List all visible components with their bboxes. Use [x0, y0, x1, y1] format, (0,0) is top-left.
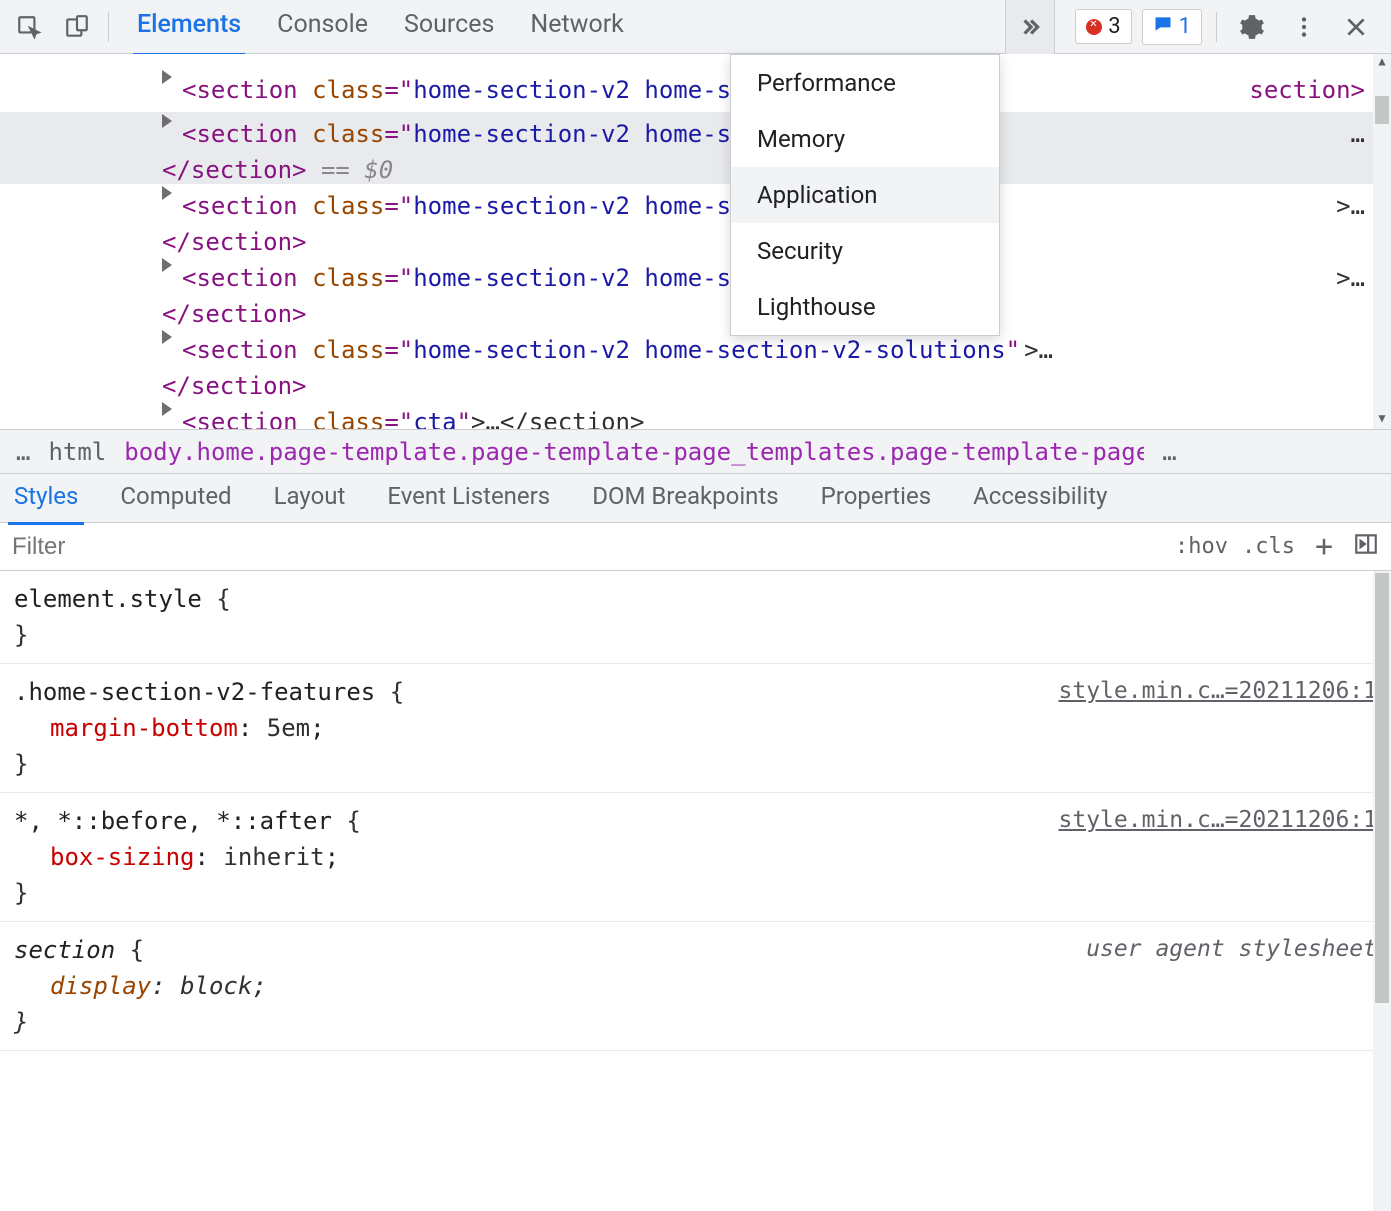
scrollbar-thumb[interactable] [1375, 573, 1389, 1003]
expand-icon[interactable] [162, 258, 172, 272]
menu-item-performance[interactable]: Performance [731, 55, 999, 111]
rule-source-link[interactable]: style.min.c…=20211206:1 [1059, 674, 1378, 710]
device-toolbar-icon[interactable] [56, 6, 98, 48]
scroll-up-icon[interactable]: ▲ [1373, 54, 1391, 72]
close-icon[interactable] [1335, 6, 1377, 48]
subtab-event-listeners[interactable]: Event Listeners [381, 472, 556, 525]
expand-icon[interactable] [162, 402, 172, 416]
tab-sources[interactable]: Sources [400, 0, 498, 56]
subtab-properties[interactable]: Properties [815, 472, 937, 525]
tab-elements[interactable]: Elements [133, 0, 245, 56]
tabs-overflow-menu: Performance Memory Application Security … [730, 54, 1000, 336]
separator [1216, 12, 1217, 42]
dom-node[interactable]: <section class="home-section-v2 home-sec… [0, 328, 1373, 372]
breadcrumb-item[interactable]: html [48, 438, 106, 466]
error-icon [1086, 19, 1102, 35]
dom-node[interactable]: <section class="home-section-v2 home-se … [0, 256, 1373, 300]
expand-icon[interactable] [162, 186, 172, 200]
menu-item-security[interactable]: Security [731, 223, 999, 279]
more-tabs-button[interactable] [1005, 0, 1055, 54]
dom-node-tail: section> [1249, 72, 1365, 108]
rule-selector[interactable]: element.style [14, 585, 202, 613]
devtools-toolbar: Elements Console Sources Network 3 1 [0, 0, 1391, 54]
style-property[interactable]: margin-bottom: 5em; [14, 710, 1377, 746]
styles-subtabs: Styles Computed Layout Event Listeners D… [0, 473, 1391, 523]
rule-selector[interactable]: * [14, 807, 28, 835]
dom-node[interactable]: <section class="home-section-v2 home-se … [0, 184, 1373, 228]
styles-filter-input[interactable] [12, 533, 1161, 561]
breadcrumb-suffix[interactable]: … [1162, 438, 1176, 466]
dom-breadcrumb[interactable]: … html body.home.page-template.page-temp… [0, 429, 1391, 473]
subtab-dom-breakpoints[interactable]: DOM Breakpoints [586, 472, 784, 525]
scrollbar[interactable]: ▲ ▼ [1373, 54, 1391, 429]
kebab-menu-icon[interactable] [1283, 6, 1325, 48]
hov-toggle[interactable]: :hov [1175, 534, 1228, 559]
dom-node-selected[interactable]: <section class="home-section-v2 home-se … [0, 112, 1373, 156]
dom-tree[interactable]: <section class="home-section-v2 home-se … [0, 54, 1373, 429]
subtab-accessibility[interactable]: Accessibility [967, 472, 1113, 525]
style-property[interactable]: box-sizing: inherit; [14, 839, 1377, 875]
rule-source-ua: user agent stylesheet [1086, 932, 1377, 968]
inspect-element-icon[interactable] [8, 6, 50, 48]
dom-node-close[interactable]: </section> [0, 300, 1373, 328]
dom-node-close[interactable]: </section> == $0 [0, 156, 1373, 184]
eq0-indicator: == $0 [307, 156, 394, 184]
subtab-layout[interactable]: Layout [268, 472, 352, 525]
subtab-computed[interactable]: Computed [114, 472, 237, 525]
sidebar-toggle-icon[interactable] [1353, 531, 1379, 563]
expand-icon[interactable] [162, 70, 172, 84]
style-property[interactable]: display: block; [14, 968, 1377, 1004]
style-rule[interactable]: .home-section-v2-features { style.min.c…… [0, 664, 1391, 793]
dom-node-tail: … [1351, 116, 1365, 152]
expand-icon[interactable] [162, 114, 172, 128]
style-rule-ua[interactable]: section { user agent stylesheet display:… [0, 922, 1391, 1051]
tab-network[interactable]: Network [526, 0, 627, 56]
rule-selector[interactable]: section [14, 936, 115, 964]
dom-node[interactable]: <section class="cta">…</section> [0, 400, 1373, 429]
menu-item-memory[interactable]: Memory [731, 111, 999, 167]
separator [108, 12, 109, 42]
subtab-styles[interactable]: Styles [8, 472, 84, 525]
style-rule[interactable]: *, *::before, *::after { style.min.c…=20… [0, 793, 1391, 922]
dom-node-tail: >… [1336, 188, 1365, 224]
dom-node[interactable]: <section class="home-section-v2 home-se … [0, 68, 1373, 112]
errors-count: 3 [1108, 14, 1120, 39]
scrollbar[interactable] [1373, 571, 1391, 1211]
messages-chip[interactable]: 1 [1142, 9, 1202, 45]
main-tabs: Elements Console Sources Network [133, 0, 999, 56]
expand-icon[interactable] [162, 330, 172, 344]
dom-node-close[interactable]: </section> [0, 372, 1373, 400]
styles-pane[interactable]: element.style { } .home-section-v2-featu… [0, 571, 1391, 1211]
scrollbar-thumb[interactable] [1375, 96, 1389, 124]
dom-tree-panel: ••• <section class="home-section-v2 home… [0, 54, 1391, 429]
tab-console[interactable]: Console [273, 0, 372, 56]
style-rule[interactable]: element.style { } [0, 571, 1391, 664]
message-icon [1153, 14, 1173, 40]
messages-count: 1 [1179, 14, 1191, 39]
new-rule-button[interactable]: + [1309, 529, 1339, 564]
menu-item-application[interactable]: Application [731, 167, 999, 223]
menu-item-lighthouse[interactable]: Lighthouse [731, 279, 999, 335]
rule-source-link[interactable]: style.min.c…=20211206:1 [1059, 803, 1378, 839]
dom-node-tail: >… [1336, 260, 1365, 296]
scroll-down-icon[interactable]: ▼ [1373, 411, 1391, 429]
errors-chip[interactable]: 3 [1075, 9, 1131, 44]
cls-toggle[interactable]: .cls [1242, 534, 1295, 559]
breadcrumb-item-active[interactable]: body.home.page-template.page-template-pa… [124, 438, 1144, 466]
rule-selector[interactable]: .home-section-v2-features [14, 678, 375, 706]
dom-node-close[interactable]: </section> [0, 228, 1373, 256]
dom-node-tail: >… [1024, 332, 1053, 368]
toolbar-right: 3 1 [1061, 6, 1383, 48]
breadcrumb-prefix[interactable]: … [16, 438, 30, 466]
styles-toolbar: :hov .cls + [0, 523, 1391, 571]
settings-icon[interactable] [1231, 6, 1273, 48]
